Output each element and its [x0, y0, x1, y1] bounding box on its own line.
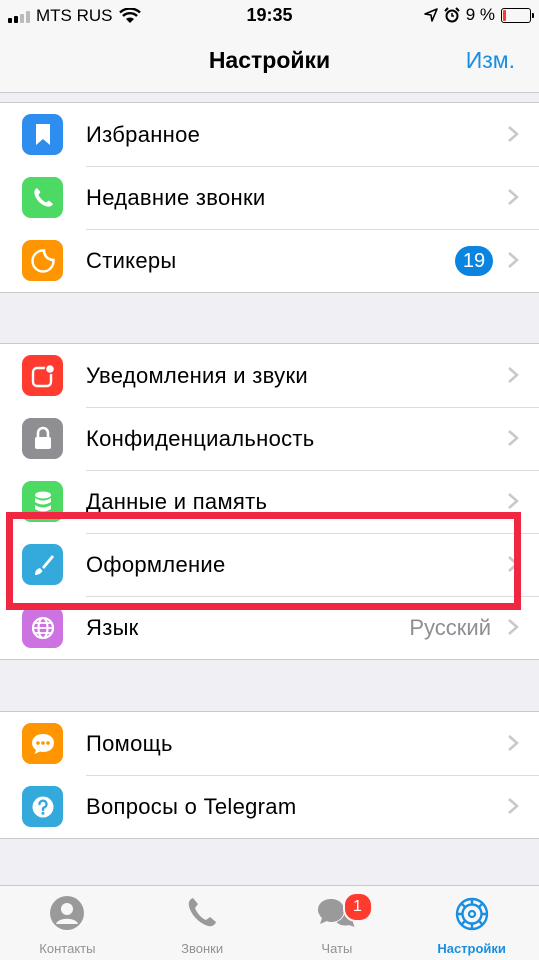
tab-settings[interactable]: Настройки — [404, 886, 539, 960]
row-help[interactable]: Помощь — [0, 712, 539, 775]
status-bar: MTS RUS 19:35 9 % — [0, 0, 539, 32]
row-label: Конфиденциальность — [86, 426, 315, 451]
edit-button[interactable]: Изм. — [466, 47, 515, 74]
tab-bar: Контакты Звонки 1 Чаты Настройки — [0, 885, 539, 960]
tab-label: Чаты — [321, 941, 353, 956]
notification-icon — [22, 355, 63, 396]
settings-group-3: Помощь Вопросы о Telegram — [0, 711, 539, 839]
alarm-icon — [443, 7, 460, 23]
row-label: Уведомления и звуки — [86, 363, 308, 388]
globe-icon — [22, 607, 63, 648]
chevron-right-icon — [508, 189, 519, 205]
row-label: Язык — [86, 615, 139, 640]
chevron-right-icon — [508, 798, 519, 814]
highlight-frame — [6, 512, 521, 610]
chevron-right-icon — [508, 493, 519, 509]
battery-percent: 9 % — [465, 5, 495, 24]
tab-chats[interactable]: 1 Чаты — [270, 886, 405, 960]
tab-label: Звонки — [181, 941, 224, 956]
question-icon — [22, 786, 63, 827]
row-label: Избранное — [86, 122, 201, 147]
settings-group-2: Уведомления и звуки Конфиденциальность Д… — [0, 343, 539, 660]
row-label: Недавние звонки — [86, 185, 266, 210]
chevron-right-icon — [508, 367, 519, 383]
battery-icon — [501, 7, 534, 23]
nav-bar: Настройки Изм. — [0, 32, 539, 93]
bookmark-icon — [22, 114, 63, 155]
chevron-right-icon — [508, 735, 519, 751]
row-favorites[interactable]: Избранное — [0, 103, 539, 166]
page-title: Настройки — [208, 47, 331, 73]
row-label: Вопросы о Telegram — [86, 794, 297, 819]
sticker-icon — [22, 240, 63, 281]
chevron-right-icon — [508, 126, 519, 142]
row-label: Стикеры — [86, 248, 177, 273]
tab-contacts[interactable]: Контакты — [0, 886, 135, 960]
chat-bubble-icon — [22, 723, 63, 764]
lock-icon — [22, 418, 63, 459]
row-privacy[interactable]: Конфиденциальность — [0, 407, 539, 470]
stickers-count-badge: 19 — [455, 246, 493, 276]
contacts-icon — [50, 896, 85, 930]
language-value: Русский — [409, 615, 491, 640]
tab-label: Настройки — [437, 941, 506, 956]
row-label: Помощь — [86, 731, 173, 756]
tab-calls[interactable]: Звонки — [135, 886, 270, 960]
row-stickers[interactable]: Стикеры 19 — [0, 229, 539, 292]
chevron-right-icon — [508, 430, 519, 446]
chats-unread-badge: 1 — [342, 892, 373, 922]
row-notifications[interactable]: Уведомления и звуки — [0, 344, 539, 407]
phone-icon — [22, 177, 63, 218]
status-right: 9 % — [423, 5, 534, 25]
settings-icon — [455, 897, 488, 931]
location-icon — [423, 8, 438, 22]
row-telegram-faq[interactable]: Вопросы о Telegram — [0, 775, 539, 838]
tab-label: Контакты — [39, 941, 96, 956]
phone-icon — [188, 898, 217, 927]
settings-group-1: Избранное Недавние звонки Стикеры 19 — [0, 102, 539, 293]
chevron-right-icon — [508, 619, 519, 635]
row-recent-calls[interactable]: Недавние звонки — [0, 166, 539, 229]
chevron-right-icon — [508, 252, 519, 268]
